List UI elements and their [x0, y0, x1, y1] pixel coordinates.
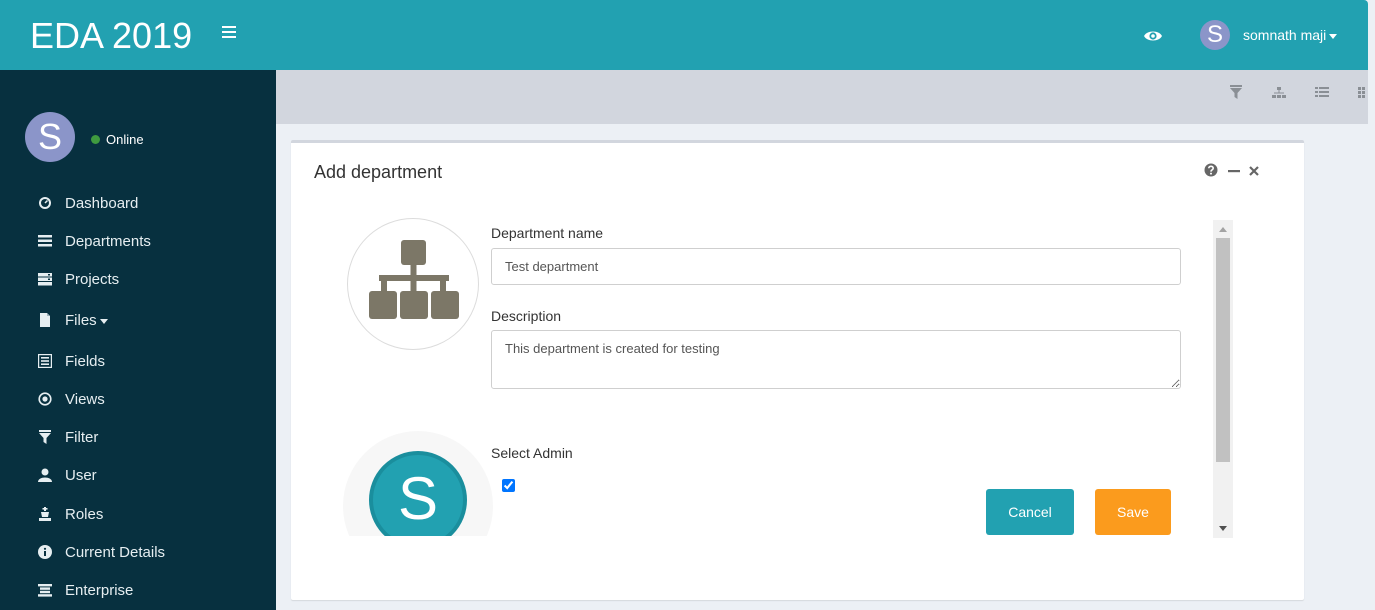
select-admin-label: Select Admin [491, 445, 573, 461]
sidebar: S Online Dashboard Departments Projects … [0, 70, 276, 610]
list-view-icon[interactable] [1315, 85, 1329, 99]
description-label: Description [491, 308, 562, 324]
sidebar-item-enterprise[interactable]: Enterprise [38, 580, 133, 602]
content-toolbar [276, 70, 1368, 124]
file-icon [40, 313, 50, 327]
help-icon[interactable] [1204, 163, 1218, 177]
select-admin-checkbox[interactable] [502, 479, 515, 492]
chevron-down-icon[interactable] [1329, 33, 1338, 39]
user-icon [38, 468, 52, 482]
sidebar-item-label: Enterprise [65, 582, 134, 599]
cancel-button[interactable]: Cancel [986, 489, 1074, 535]
sidebar-item-roles[interactable]: Roles [38, 504, 103, 526]
minimize-icon[interactable] [1227, 163, 1241, 177]
grid-view-icon[interactable] [1358, 85, 1368, 99]
brand-title[interactable]: EDA 2019 [30, 16, 192, 56]
dashboard-icon [39, 197, 51, 209]
sidebar-item-label: Dashboard [65, 195, 139, 212]
filter-icon [39, 430, 51, 444]
sidebar-item-fields[interactable]: Fields [38, 351, 105, 373]
department-name-label: Department name [491, 225, 604, 241]
add-department-panel: Add department Department name Descripti… [291, 140, 1304, 600]
sidebar-item-current-details[interactable]: Current Details [38, 542, 165, 564]
sidebar-item-filter[interactable]: Filter [38, 427, 98, 449]
form-scrollbar[interactable] [1213, 220, 1233, 538]
sidebar-item-departments[interactable]: Departments [38, 231, 151, 253]
admin-avatar-area: S [343, 431, 493, 536]
sidebar-item-label: Files [65, 312, 97, 329]
filter-icon[interactable] [1229, 85, 1243, 99]
sidebar-item-views[interactable]: Views [38, 389, 105, 411]
scroll-thumb[interactable] [1216, 238, 1230, 462]
sidebar-item-files[interactable]: Files [38, 310, 108, 332]
sidebar-item-projects[interactable]: Projects [38, 269, 119, 291]
sidebar-item-label: User [65, 467, 97, 484]
scroll-up-icon[interactable] [1219, 227, 1227, 232]
user-avatar[interactable]: S [1200, 20, 1230, 50]
save-button[interactable]: Save [1095, 489, 1171, 535]
chess-king-icon [39, 507, 51, 521]
user-name[interactable]: somnath maji [1243, 27, 1326, 43]
menu-toggle-icon[interactable] [222, 26, 236, 40]
chevron-down-icon [99, 318, 108, 324]
department-image [347, 218, 479, 350]
description-textarea[interactable]: This department is created for testing [491, 330, 1181, 389]
record-icon [38, 392, 52, 406]
top-header: EDA 2019 S somnath maji [0, 0, 1368, 70]
status-label: Online [106, 132, 144, 147]
sidebar-item-dashboard[interactable]: Dashboard [38, 193, 138, 215]
sidebar-item-label: Views [65, 391, 105, 408]
list-icon [38, 235, 52, 247]
sidebar-item-label: Filter [65, 429, 99, 446]
eye-icon[interactable] [1143, 26, 1163, 46]
sitemap-icon[interactable] [1272, 85, 1286, 99]
scroll-down-icon[interactable] [1219, 526, 1227, 531]
server-icon [38, 273, 52, 286]
list-alt-icon [38, 354, 52, 368]
sidebar-item-label: Projects [65, 271, 120, 288]
sidebar-item-user[interactable]: User [38, 465, 97, 487]
panel-title: Add department [314, 162, 443, 182]
department-name-input[interactable] [491, 248, 1181, 285]
info-icon [38, 545, 52, 559]
sidebar-item-label: Roles [65, 506, 104, 523]
user-menu[interactable]: somnath maji [1243, 27, 1338, 43]
enterprise-icon [38, 584, 52, 597]
sidebar-avatar: S [25, 112, 75, 162]
online-status: Online [91, 132, 144, 148]
close-icon[interactable] [1248, 163, 1260, 177]
sidebar-item-label: Current Details [65, 544, 166, 561]
sidebar-item-label: Departments [65, 233, 151, 250]
sitemap-icon [369, 240, 459, 319]
sidebar-item-label: Fields [65, 353, 106, 370]
status-dot-icon [91, 135, 100, 144]
